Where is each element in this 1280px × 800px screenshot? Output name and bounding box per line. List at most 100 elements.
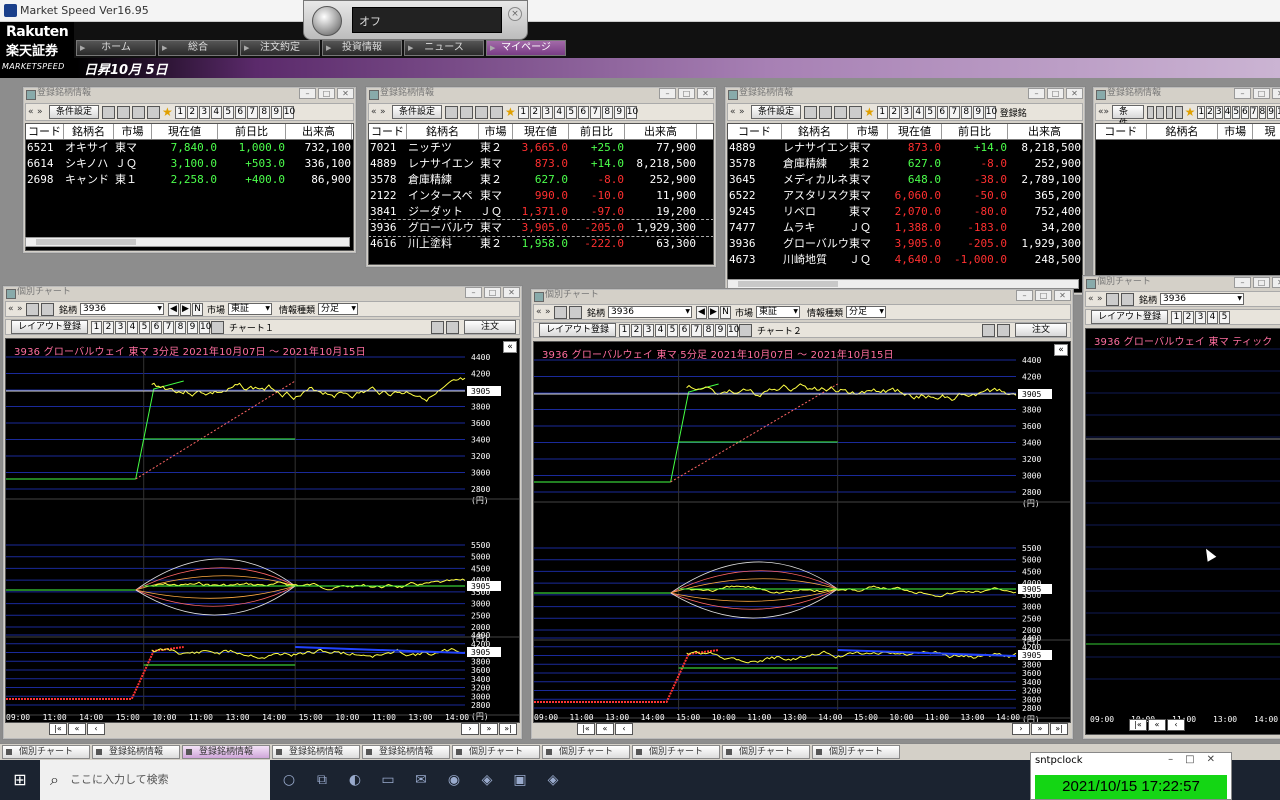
table-row[interactable]: 2698 キャンド 東１ 2,258.0 +400.0 86,900 — [26, 172, 353, 188]
interval-select[interactable]: 分足 — [846, 306, 887, 318]
page-button-5[interactable]: 5 — [222, 105, 234, 119]
layout-register-button[interactable]: レイアウト登録 — [11, 320, 89, 334]
restore-icon[interactable]: □ — [1047, 88, 1064, 99]
column-header[interactable]: 前日比 — [569, 124, 625, 139]
table-row[interactable]: 7477 ムラキ ＪＱ 1,388.0 -183.0 34,200 — [728, 220, 1082, 236]
next-icon[interactable]: ▶ — [708, 305, 720, 319]
symbol-select[interactable]: 3936 — [608, 306, 693, 318]
layout-page-10[interactable]: 10 — [727, 323, 739, 337]
page-button-8[interactable]: 8 — [960, 105, 972, 119]
minimize-icon[interactable]: – — [1234, 88, 1251, 99]
marketspeed-icon-2[interactable]: ◈ — [539, 760, 567, 800]
back-icon[interactable]: ‹ — [1167, 719, 1185, 731]
page-button-6[interactable]: 6 — [577, 105, 589, 119]
sntpclock-window[interactable]: sntpclock –□✕ 2021/10/15 17:22:57 — [1030, 752, 1232, 800]
layout-page-6[interactable]: 6 — [151, 320, 163, 334]
page-button-1[interactable]: 1 — [517, 105, 529, 119]
app-icon-2[interactable]: ▣ — [506, 760, 534, 800]
prev-arrow-icon[interactable]: « — [28, 107, 37, 117]
layout-page-1[interactable]: 1 — [91, 320, 103, 334]
page-button-3[interactable]: 3 — [900, 105, 912, 119]
column-header[interactable]: 市場 — [114, 124, 152, 139]
task-view-icon[interactable]: ⧉ — [308, 760, 336, 800]
close-icon[interactable]: ✕ — [337, 88, 354, 99]
copy-icon[interactable] — [819, 105, 833, 119]
table-row[interactable]: 4673 川崎地質 ＪＱ 4,640.0 -1,000.0 248,500 — [728, 252, 1082, 268]
minimize-icon[interactable]: – — [1234, 277, 1251, 288]
next-icon[interactable]: ▶ — [180, 302, 192, 316]
next-arrow-icon[interactable]: » — [739, 107, 748, 117]
minimize-icon[interactable]: – — [659, 88, 676, 99]
condition-button[interactable]: 条件設定 — [392, 105, 443, 119]
close-icon[interactable]: ✕ — [1272, 88, 1280, 99]
strip-tab-7[interactable]: 個別チャート — [632, 745, 720, 759]
column-header[interactable]: 出来高 — [286, 124, 352, 139]
layout-page-10[interactable]: 10 — [199, 320, 211, 334]
column-header[interactable]: 前日比 — [942, 124, 1008, 139]
star-icon[interactable]: ★ — [505, 105, 516, 119]
strip-tab-2[interactable]: 登録銘柄情報 — [182, 745, 270, 759]
page-button-2[interactable]: 2 — [888, 105, 900, 119]
nav-tab-5[interactable]: マイページ — [486, 40, 566, 56]
n-button[interactable]: N — [720, 305, 732, 319]
layout-page-5[interactable]: 5 — [1219, 310, 1231, 324]
chart-canvas[interactable]: 440042004000380036003400320030002800(円)5… — [5, 338, 520, 723]
prev-arrow-icon[interactable]: « — [730, 107, 739, 117]
restore-icon[interactable]: □ — [678, 88, 695, 99]
column-header[interactable]: 銘柄名 — [782, 124, 848, 139]
table-row[interactable]: 4889 レナサイエン 東マ 873.0 +14.0 8,218,500 — [728, 140, 1082, 156]
table-row[interactable]: 6521 オキサイ 東マ 7,840.0 1,000.0 732,100 — [26, 140, 353, 156]
prev-icon[interactable]: ◀ — [696, 305, 708, 319]
next-arrow-icon[interactable]: » — [1104, 107, 1110, 117]
nav-tab-3[interactable]: 投資情報 — [322, 40, 402, 56]
rewind-icon[interactable]: « — [1148, 719, 1166, 731]
copy-icon[interactable] — [1156, 105, 1164, 119]
star-icon[interactable]: ★ — [1185, 105, 1196, 119]
nav-tab-0[interactable]: ホーム — [76, 40, 156, 56]
strip-tab-6[interactable]: 個別チャート — [542, 745, 630, 759]
layout-page-5[interactable]: 5 — [139, 320, 151, 334]
market-select[interactable]: 東証 — [228, 303, 273, 315]
zoom-icon[interactable] — [739, 323, 753, 337]
edge-icon[interactable]: ◐ — [341, 760, 369, 800]
column-header[interactable]: 前日比 — [218, 124, 286, 139]
market-select[interactable]: 東証 — [756, 306, 801, 318]
layout-page-1[interactable]: 1 — [1171, 310, 1183, 324]
strip-tab-3[interactable]: 登録銘柄情報 — [272, 745, 360, 759]
star-icon[interactable]: ★ — [162, 105, 173, 119]
table-row[interactable]: 3936 グローバルウ 東マ 3,905.0 -205.0 1,929,300 — [728, 236, 1082, 252]
voice-knob[interactable] — [312, 6, 342, 36]
horizontal-scrollbar[interactable] — [25, 237, 350, 247]
condition-button[interactable]: 条件設定 — [49, 105, 100, 119]
layout-page-7[interactable]: 7 — [163, 320, 175, 334]
close-icon[interactable]: ✕ — [1054, 290, 1071, 301]
table-row[interactable]: 7021 ニッチツ 東２ 3,665.0 +25.0 77,900 — [369, 140, 713, 156]
minimize-icon[interactable]: – — [1016, 290, 1033, 301]
minimize-icon[interactable]: – — [299, 88, 316, 99]
minimize-icon[interactable]: – — [465, 287, 482, 298]
strip-tab-9[interactable]: 個別チャート — [812, 745, 900, 759]
back-icon[interactable]: ‹ — [615, 723, 633, 735]
chart-canvas[interactable]: 09:0010:0011:0013:0014:003936 グローバルウェイ 東… — [1085, 328, 1280, 735]
restore-icon[interactable]: □ — [484, 287, 501, 298]
page-button-9[interactable]: 9 — [1267, 105, 1275, 119]
next-arrow-icon[interactable]: » — [17, 304, 26, 314]
layout-page-2[interactable]: 2 — [1183, 310, 1195, 324]
chrome-icon[interactable]: ◉ — [440, 760, 468, 800]
prev-icon[interactable]: ◀ — [168, 302, 180, 316]
forward-icon[interactable]: › — [461, 723, 479, 735]
column-header[interactable]: 現 — [1253, 124, 1280, 139]
first-icon[interactable]: |« — [1129, 719, 1147, 731]
prev-arrow-icon[interactable]: « — [8, 304, 17, 314]
column-header[interactable]: 現在値 — [513, 124, 569, 139]
page-button-1[interactable]: 1 — [174, 105, 186, 119]
layout-page-5[interactable]: 5 — [667, 323, 679, 337]
page-button-5[interactable]: 5 — [924, 105, 936, 119]
page-button-10[interactable]: 10 — [1275, 105, 1280, 119]
settings-icon[interactable] — [569, 305, 582, 319]
export-icon[interactable] — [446, 320, 459, 334]
table-row[interactable]: 6614 シキノハ ＪＱ 3,100.0 +503.0 336,100 — [26, 156, 353, 172]
settings-icon[interactable] — [1121, 292, 1134, 306]
mail-icon[interactable]: ✉ — [407, 760, 435, 800]
chart-icon[interactable] — [554, 305, 567, 319]
